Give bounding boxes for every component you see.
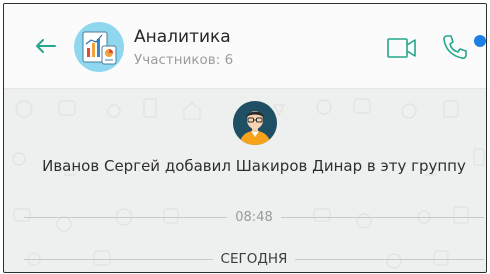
chat-title: Аналитика	[134, 27, 231, 47]
group-avatar[interactable]	[74, 22, 124, 72]
divider-line	[280, 216, 484, 218]
video-call-icon[interactable]	[387, 37, 417, 59]
message-area: Иванов Сергей добавил Шакиров Динар в эт…	[4, 89, 486, 272]
divider-line	[24, 216, 228, 218]
system-message: Иванов Сергей добавил Шакиров Динар в эт…	[42, 157, 466, 175]
date-label: СЕГОДНЯ	[220, 251, 288, 267]
phone-call-icon[interactable]	[441, 33, 467, 61]
member-count: Участников: 6	[134, 52, 234, 68]
chat-header: Аналитика Участников: 6	[4, 4, 486, 89]
analytics-illustration-icon	[82, 31, 117, 65]
message-time: 08:48	[235, 209, 273, 225]
user-avatar[interactable]	[233, 101, 277, 145]
person-icon	[239, 111, 271, 145]
divider-line	[24, 258, 213, 260]
divider-line	[295, 258, 484, 260]
chat-window: Аналитика Участников: 6 Иванов Сергей до…	[3, 3, 487, 273]
time-divider: 08:48	[24, 208, 484, 226]
date-divider: СЕГОДНЯ	[24, 250, 484, 268]
back-arrow-icon[interactable]	[34, 38, 56, 54]
online-indicator	[474, 35, 486, 47]
